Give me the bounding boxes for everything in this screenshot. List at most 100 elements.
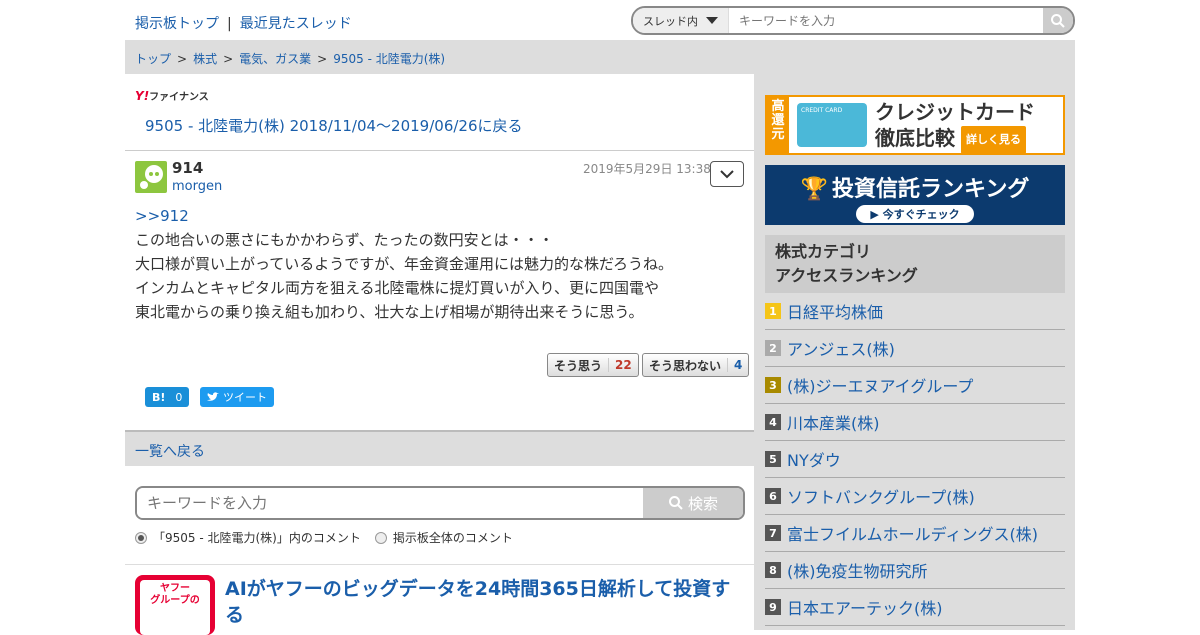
search-scope-select[interactable]: スレッド内	[633, 8, 729, 33]
ad-logo-line1: ヤフー	[160, 583, 190, 594]
rank-number-badge: 7	[765, 525, 781, 541]
back-to-list-bar: 一覧へ戻る	[125, 430, 754, 466]
post-body: >>912 この地合いの悪さにもかかわらず、たったの数円安とは・・・ 大口様が買…	[135, 204, 745, 324]
back-to-board-link[interactable]: 9505 - 北陸電力(株) 2018/11/04〜2019/06/26に戻る	[145, 115, 523, 136]
comment-search-button[interactable]: 検索	[643, 488, 743, 518]
breadcrumb-industry[interactable]: 電気、ガス業	[239, 52, 311, 66]
ranking-item[interactable]: 3 (株)ジーエヌアイグループ	[765, 367, 1065, 404]
twitter-bird-icon	[207, 392, 219, 401]
rank-number-badge: 1	[765, 303, 781, 319]
post-text-line: この地合いの悪さにもかかわらず、たったの数円安とは・・・	[135, 231, 554, 249]
post-number: 914	[172, 159, 204, 177]
disagree-button[interactable]: そう思わない 4	[642, 353, 750, 377]
header-search-input[interactable]	[729, 8, 1043, 33]
ranking-item[interactable]: 9 日本エアーテック(株)	[765, 589, 1065, 626]
search-scope-radios: 「9505 - 北陸電力(株)」内のコメント 掲示板全体のコメント	[135, 529, 513, 546]
post-text-line: 大口様が買い上がっているようですが、年金資金運用には魅力的な株だろうね。	[135, 255, 674, 273]
ranking-item[interactable]: 5 NYダウ	[765, 441, 1065, 478]
agree-count: 22	[608, 358, 632, 372]
ad-title-link[interactable]: AIがヤフーのビッグデータを24時間365日解析して投資する	[225, 576, 745, 628]
rank-number-badge: 2	[765, 340, 781, 356]
radio-all-boards[interactable]: 掲示板全体のコメント	[374, 529, 513, 546]
chevron-down-icon	[720, 169, 734, 178]
disagree-label: そう思わない	[649, 358, 722, 373]
ranking-item-link[interactable]: NYダウ	[787, 447, 841, 471]
rank-number-badge: 3	[765, 377, 781, 393]
agree-label: そう思う	[554, 358, 603, 373]
post-timestamp: 2019年5月29日 13:38	[583, 162, 711, 176]
breadcrumb-sep: >	[317, 52, 328, 66]
ranking-item-link[interactable]: (株)免疫生物研究所	[787, 558, 928, 582]
ad-logo[interactable]: ヤフー グループの	[135, 575, 215, 635]
hatena-bookmark-button[interactable]: B! 0	[145, 387, 190, 407]
post-text-line: インカムとキャピタル両方を狙える北陸電株に提灯買いが入り、更に四国電や	[135, 279, 659, 297]
divider	[125, 564, 754, 565]
banner2-title: 投資信託ランキング	[832, 177, 1030, 202]
ranking-item-link[interactable]: ソフトバンクグループ(株)	[787, 484, 975, 508]
nav-board-top-link[interactable]: 掲示板トップ	[135, 16, 219, 32]
post-username[interactable]: morgen	[172, 179, 222, 194]
ad-logo-line2: グループの	[150, 595, 200, 606]
credit-card-banner[interactable]: 高還元 CREDIT CARD クレジットカード 徹底比較 詳しく見る	[765, 95, 1065, 155]
radio-this-board-label: 「9505 - 北陸電力(株)」内のコメント	[153, 531, 361, 545]
agree-button[interactable]: そう思う 22	[547, 353, 639, 377]
radio-all-boards-label: 掲示板全体のコメント	[392, 531, 513, 545]
ranking-item-link[interactable]: 日経平均株価	[787, 299, 883, 323]
search-button-label: 検索	[687, 494, 718, 513]
radio-this-board[interactable]: 「9505 - 北陸電力(株)」内のコメント	[135, 529, 361, 546]
search-icon	[1051, 13, 1065, 28]
breadcrumb-sep: >	[177, 52, 188, 66]
tweet-button[interactable]: ツイート	[200, 387, 274, 407]
yahoo-finance-logo[interactable]: Y!ファイナンス	[135, 88, 209, 103]
rank-number-badge: 8	[765, 562, 781, 578]
ranking-item[interactable]: 1 日経平均株価	[765, 293, 1065, 330]
breadcrumb-board[interactable]: 9505 - 北陸電力(株)	[333, 52, 445, 66]
rank-number-badge: 6	[765, 488, 781, 504]
banner-tag: 高還元	[767, 97, 789, 153]
comment-search: 検索	[135, 486, 745, 520]
hatena-count: 0	[175, 390, 183, 404]
sidebar: 高還元 CREDIT CARD クレジットカード 徹底比較 詳しく見る 🏆 投資信託…	[754, 74, 1075, 630]
ranking-item[interactable]: 7 富士フイルムホールディングス(株)	[765, 515, 1065, 552]
radio-selected	[135, 531, 147, 544]
ranking-item-link[interactable]: 日本エアーテック(株)	[787, 595, 943, 619]
ranking-item-link[interactable]: 富士フイルムホールディングス(株)	[787, 521, 1038, 545]
ranking-item[interactable]: 8 (株)免疫生物研究所	[765, 552, 1065, 589]
ranking-item-link[interactable]: アンジェス(株)	[787, 336, 895, 360]
breadcrumb-sep: >	[223, 52, 234, 66]
avatar[interactable]	[135, 161, 167, 193]
reply-anchor-link[interactable]: >>912	[135, 207, 189, 225]
ranking-item-link[interactable]: 川本産業(株)	[787, 410, 880, 434]
nav-separator: |	[227, 16, 232, 32]
disagree-count: 4	[727, 358, 742, 372]
ranking-item-link[interactable]: (株)ジーエヌアイグループ	[787, 373, 973, 397]
back-to-list-link[interactable]: 一覧へ戻る	[135, 444, 205, 460]
chevron-down-icon	[706, 17, 718, 24]
breadcrumb-stocks[interactable]: 株式	[193, 52, 217, 66]
main-content: Y!ファイナンス 9505 - 北陸電力(株) 2018/11/04〜2019/…	[125, 74, 754, 635]
fund-ranking-banner[interactable]: 🏆 投資信託ランキング ▶ 今すぐチェック	[765, 165, 1065, 225]
top-nav: 掲示板トップ | 最近見たスレッド	[135, 13, 352, 33]
post-menu-button[interactable]	[710, 161, 744, 187]
ranking-item[interactable]: 6 ソフトバンクグループ(株)	[765, 478, 1065, 515]
radio-unselected	[374, 531, 387, 544]
divider	[125, 150, 754, 151]
post-text-line: 東北電からの乗り換え組も加わり、壮大な上げ相場が期待出来そうに思う。	[135, 303, 644, 321]
trophy-icon: 🏆	[800, 177, 829, 202]
hatena-icon: B!	[152, 390, 166, 404]
credit-card-icon: CREDIT CARD	[797, 103, 867, 147]
ranking-list: 1 日経平均株価 2 アンジェス(株) 3 (株)ジーエヌアイグループ 4 川本産業(株) 5 N…	[765, 293, 1065, 626]
ranking-item[interactable]: 4 川本産業(株)	[765, 404, 1065, 441]
rank-number-badge: 5	[765, 451, 781, 467]
search-scope-label: スレッド内	[643, 14, 698, 28]
breadcrumb-top[interactable]: トップ	[135, 52, 171, 66]
comment-search-input[interactable]	[137, 488, 643, 518]
page: 掲示板トップ | 最近見たスレッド スレッド内 トップ > 株式 > 電気、ガス業 >9505…	[125, 0, 1075, 635]
header-search-button[interactable]	[1043, 8, 1073, 33]
ranking-heading: 株式カテゴリ アクセスランキング	[765, 235, 1065, 293]
ranking-item[interactable]: 2 アンジェス(株)	[765, 330, 1065, 367]
nav-recent-threads-link[interactable]: 最近見たスレッド	[240, 16, 352, 32]
banner-cta: 詳しく見る	[961, 125, 1026, 154]
rank-number-badge: 4	[765, 414, 781, 430]
user-avatar-icon	[140, 165, 163, 189]
